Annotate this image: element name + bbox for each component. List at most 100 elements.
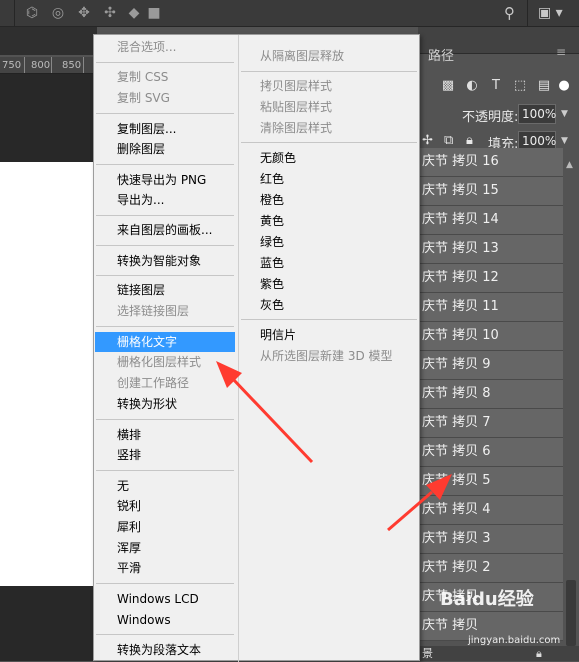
scroll-up-icon[interactable]: ▲ xyxy=(566,160,573,170)
menu-column-divider xyxy=(238,35,239,662)
menu-separator xyxy=(96,326,234,327)
layer-name: 庆节 拷贝 13 xyxy=(422,241,499,256)
layer-row[interactable]: 庆节 拷贝 15 xyxy=(418,177,563,206)
menu-item[interactable]: 红色 xyxy=(240,169,419,189)
tab-paths[interactable]: 路径 xyxy=(428,45,454,64)
layer-row[interactable]: 庆节 拷贝 16 xyxy=(418,148,563,177)
document-tab-bar xyxy=(0,27,97,55)
menu-separator xyxy=(96,62,234,63)
smart-object-filter-icon[interactable]: ▤ xyxy=(536,78,552,94)
layer-name: 庆节 拷贝 11 xyxy=(422,299,499,314)
lock-position-icon[interactable]: ✢ xyxy=(422,133,433,148)
menu-item[interactable]: 无颜色 xyxy=(240,148,419,168)
panel-menu-icon[interactable]: ≡ xyxy=(556,45,566,59)
menu-item[interactable]: 犀利 xyxy=(95,517,235,537)
separator xyxy=(14,0,15,27)
shape-filter-icon[interactable]: ⬚ xyxy=(512,78,528,94)
menu-item[interactable]: 锐利 xyxy=(95,496,235,516)
menu-item: 复制 CSS xyxy=(117,70,169,84)
layer-row[interactable]: 庆节 拷贝 9 xyxy=(418,351,563,380)
menu-item[interactable]: 绿色 xyxy=(240,232,419,252)
layer-row[interactable]: 庆节 拷贝 2 xyxy=(418,554,563,583)
workspace-icon[interactable]: ▣ ▾ xyxy=(538,3,563,23)
layer-name: 庆节 拷贝 6 xyxy=(422,444,491,459)
scale-3d-icon[interactable]: ■ xyxy=(144,3,164,23)
scrollbar-thumb[interactable] xyxy=(566,580,576,646)
orbit-icon[interactable]: ✥ xyxy=(74,3,94,23)
menu-item[interactable]: 转换为形状 xyxy=(95,394,235,414)
layer-row[interactable]: 庆节 拷贝 8 xyxy=(418,380,563,409)
chevron-down-icon[interactable]: ▼ xyxy=(561,109,568,119)
layer-row[interactable]: 庆节 拷贝 4 xyxy=(418,496,563,525)
menu-item[interactable]: 快速导出为 PNG xyxy=(95,170,235,190)
layer-name: 庆节 拷贝 2 xyxy=(422,560,491,575)
layer-row[interactable]: 庆节 拷贝 5 xyxy=(418,467,563,496)
rotate-3d-icon[interactable]: ◎ xyxy=(48,3,68,23)
layer-name: 庆节 拷贝 16 xyxy=(422,154,499,169)
slide-3d-icon[interactable]: ◆ xyxy=(124,3,144,23)
opacity-row: 不透明度: 100% ▼ xyxy=(418,102,579,128)
menu-item[interactable]: 紫色 xyxy=(240,274,419,294)
chat-icon[interactable]: ⌬ xyxy=(22,3,42,23)
menu-separator xyxy=(96,164,234,165)
menu-item[interactable]: 浑厚 xyxy=(95,538,235,558)
menu-item[interactable]: 平滑 xyxy=(95,558,235,578)
menu-item[interactable]: 导出为... xyxy=(95,190,235,210)
menu-item[interactable]: 复制图层... xyxy=(95,119,235,139)
filter-toggle-icon[interactable]: ● xyxy=(556,78,572,94)
layer-name: 庆节 拷贝 12 xyxy=(422,270,499,285)
context-menu: 混合选项... 复制 CSS 复制 SVG 复制图层... 删除图层 快速导出为 PNG 导… xyxy=(93,34,420,662)
menu-separator xyxy=(241,142,417,143)
menu-separator xyxy=(96,419,234,420)
lock-all-icon[interactable]: 🔒︎ xyxy=(466,133,473,148)
adjustment-filter-icon[interactable]: ◐ xyxy=(464,78,480,94)
ruler-tick: 850 xyxy=(62,60,82,71)
layer-row[interactable]: 庆节 拷贝 6 xyxy=(418,438,563,467)
type-filter-icon[interactable]: T xyxy=(488,78,504,94)
layer-row[interactable]: 庆节 拷贝 13 xyxy=(418,235,563,264)
layer-row[interactable]: 庆节 拷贝 11 xyxy=(418,293,563,322)
menu-item: 选择链接图层 xyxy=(117,304,190,318)
layer-row[interactable]: 庆节 拷贝 12 xyxy=(418,264,563,293)
menu-item[interactable]: Windows LCD xyxy=(95,589,235,609)
menu-item: 拷贝图层样式 xyxy=(260,79,333,93)
canvas-document[interactable] xyxy=(0,162,97,586)
scrollbar[interactable] xyxy=(563,148,579,646)
canvas-pasteboard xyxy=(0,74,97,162)
chevron-down-icon[interactable]: ▼ xyxy=(561,136,568,146)
menu-item[interactable]: 横排 xyxy=(95,425,235,445)
menu-item[interactable]: 来自图层的画板... xyxy=(95,220,235,240)
background-layer-row[interactable]: 景 🔒︎ xyxy=(418,646,579,661)
menu-item[interactable]: 删除图层 xyxy=(95,139,235,159)
opacity-label: 不透明度: xyxy=(462,110,519,125)
layer-row[interactable]: 庆节 拷贝 14 xyxy=(418,206,563,235)
image-filter-icon[interactable]: ▩ xyxy=(440,78,456,94)
layer-row[interactable]: 庆节 拷贝 3 xyxy=(418,525,563,554)
menu-item[interactable]: Windows xyxy=(95,610,235,630)
options-bar: ⌬ ◎ ✥ ✣ ◆ ■ ⚲ ▣ ▾ xyxy=(0,0,579,27)
menu-separator xyxy=(96,113,234,114)
menu-item[interactable]: 橙色 xyxy=(240,190,419,210)
layers-list: 庆节 拷贝 16 庆节 拷贝 15 庆节 拷贝 14 庆节 拷贝 13 庆节 拷贝 12… xyxy=(418,148,563,646)
menu-item[interactable]: 转换为智能对象 xyxy=(95,251,235,271)
menu-item[interactable]: 黄色 xyxy=(240,211,419,231)
layer-row[interactable]: 庆节 拷贝 7 xyxy=(418,409,563,438)
menu-item[interactable]: 栅格化文字 xyxy=(95,332,235,352)
menu-item[interactable]: 链接图层 xyxy=(95,280,235,300)
layer-name: 庆节 拷贝 3 xyxy=(422,531,491,546)
menu-item[interactable]: 蓝色 xyxy=(240,253,419,273)
menu-item[interactable]: 竖排 xyxy=(95,445,235,465)
layer-name: 庆节 拷贝 14 xyxy=(422,212,499,227)
lock-icon: 🔒︎ xyxy=(536,647,542,660)
menu-separator xyxy=(96,245,234,246)
menu-item[interactable]: 无 xyxy=(95,476,235,496)
menu-item[interactable]: 灰色 xyxy=(240,295,419,315)
menu-item[interactable]: 明信片 xyxy=(240,325,419,345)
search-icon[interactable]: ⚲ xyxy=(504,3,515,23)
lock-artboard-icon[interactable]: ⧉ xyxy=(444,133,453,148)
menu-separator xyxy=(96,215,234,216)
opacity-field[interactable]: 100% xyxy=(518,104,556,124)
menu-item[interactable]: 转换为段落文本 xyxy=(95,640,235,660)
layer-row[interactable]: 庆节 拷贝 10 xyxy=(418,322,563,351)
pan-3d-icon[interactable]: ✣ xyxy=(100,3,120,23)
